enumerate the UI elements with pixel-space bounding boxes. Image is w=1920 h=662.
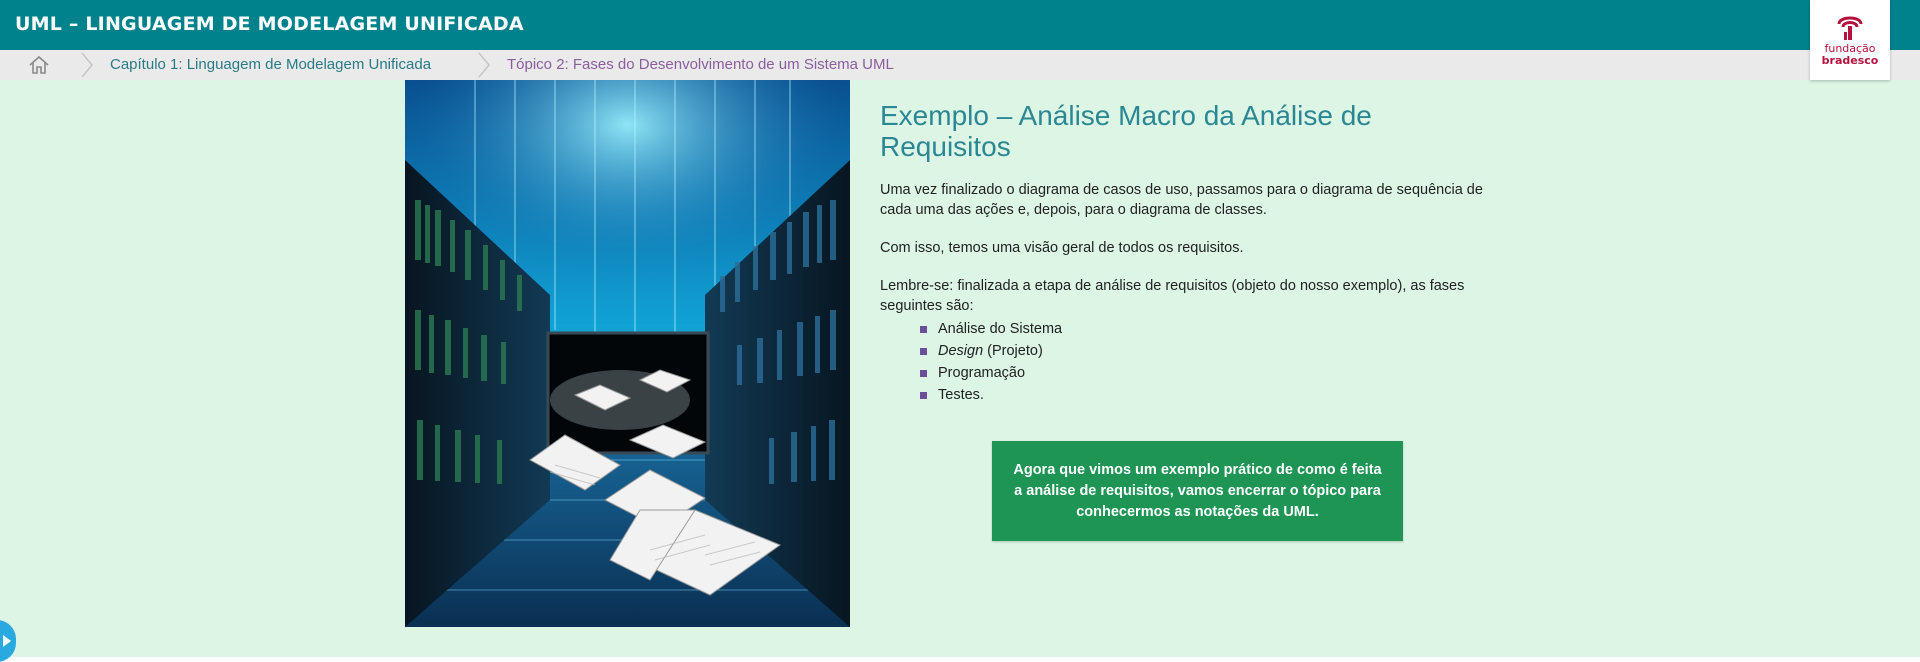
course-title: UML – LINGUAGEM DE MODELAGEM UNIFICADA xyxy=(15,13,524,35)
breadcrumb-chapter[interactable]: Capítulo 1: Linguagem de Modelagem Unifi… xyxy=(110,56,431,73)
bullet-icon xyxy=(920,326,927,333)
list-item: Análise do Sistema xyxy=(920,318,1495,340)
breadcrumb: Capítulo 1: Linguagem de Modelagem Unifi… xyxy=(0,50,1920,80)
content-area: Exemplo – Análise Macro da Análise de Re… xyxy=(0,80,1920,662)
side-menu-toggle[interactable] xyxy=(0,620,16,662)
section-heading: Exemplo – Análise Macro da Análise de Re… xyxy=(880,100,1372,162)
arrow-right-icon xyxy=(3,635,11,647)
design-term: Design xyxy=(938,343,984,359)
bradesco-tree-icon xyxy=(1837,16,1863,40)
library-illustration xyxy=(405,80,850,627)
paragraph-2: Com isso, temos uma visão geral de todos… xyxy=(880,240,1244,256)
bullet-icon xyxy=(920,370,927,377)
bullet-icon xyxy=(920,348,927,355)
breadcrumb-topic[interactable]: Tópico 2: Fases do Desenvolvimento de um… xyxy=(507,56,894,73)
callout-box: Agora que vimos um exemplo prático de co… xyxy=(992,441,1403,541)
list-item: Design (Projeto) xyxy=(920,340,1495,362)
chevron-right-icon xyxy=(478,52,490,78)
paragraph-3: Lembre-se: finalizada a etapa de análise… xyxy=(880,278,1465,314)
logo-line2: bradesco xyxy=(1821,54,1879,67)
bullet-icon xyxy=(920,392,927,399)
home-icon[interactable] xyxy=(28,55,50,75)
callout-text: Agora que vimos um exemplo prático de co… xyxy=(1013,461,1382,520)
list-item: Testes. xyxy=(920,384,1495,406)
paragraph-1: Uma vez finalizado o diagrama de casos d… xyxy=(880,182,1483,218)
list-item: Programação xyxy=(920,362,1495,384)
top-bar: UML – LINGUAGEM DE MODELAGEM UNIFICADA xyxy=(0,0,1920,50)
phases-list: Análise do Sistema Design (Projeto) Prog… xyxy=(880,318,1495,406)
fundacao-bradesco-logo[interactable]: fundação bradesco xyxy=(1810,0,1890,80)
text-column: Exemplo – Análise Macro da Análise de Re… xyxy=(880,100,1495,406)
chevron-right-icon xyxy=(81,52,93,78)
